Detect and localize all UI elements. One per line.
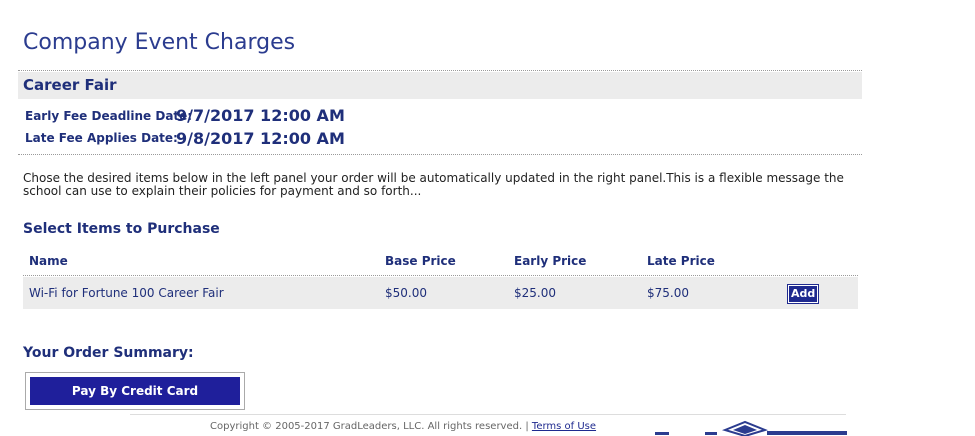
add-item-button[interactable]: Add bbox=[786, 284, 820, 304]
items-section-heading: Select Items to Purchase bbox=[23, 221, 220, 237]
event-name: Career Fair bbox=[23, 76, 117, 94]
late-fee-value: 9/8/2017 12:00 AM bbox=[176, 129, 345, 148]
item-base-price: $50.00 bbox=[385, 286, 427, 300]
divider bbox=[23, 275, 858, 276]
copyright-text: Copyright © 2005-2017 GradLeaders, LLC. … bbox=[210, 421, 523, 432]
pay-button-container: Pay By Credit Card bbox=[25, 372, 245, 410]
early-fee-label: Early Fee Deadline Date: bbox=[25, 109, 193, 123]
column-header-base-price: Base Price bbox=[385, 254, 456, 268]
column-header-late-price: Late Price bbox=[647, 254, 715, 268]
table-row: Wi-Fi for Fortune 100 Career Fair $50.00… bbox=[23, 277, 858, 309]
page-title: Company Event Charges bbox=[23, 30, 296, 55]
early-fee-value: 9/7/2017 12:00 AM bbox=[176, 106, 345, 125]
footer-separator: | bbox=[525, 421, 529, 432]
item-name: Wi-Fi for Fortune 100 Career Fair bbox=[29, 286, 224, 300]
divider bbox=[18, 70, 862, 71]
footer: Copyright © 2005-2017 GradLeaders, LLC. … bbox=[210, 421, 596, 432]
divider bbox=[18, 154, 862, 155]
order-summary-heading: Your Order Summary: bbox=[23, 345, 194, 361]
item-early-price: $25.00 bbox=[514, 286, 556, 300]
pay-by-credit-card-button[interactable]: Pay By Credit Card bbox=[30, 377, 240, 405]
column-header-early-price: Early Price bbox=[514, 254, 587, 268]
column-header-name: Name bbox=[29, 254, 68, 268]
late-fee-label: Late Fee Applies Date: bbox=[25, 131, 178, 145]
event-header: Career Fair bbox=[18, 72, 862, 99]
item-late-price: $75.00 bbox=[647, 286, 689, 300]
instructions-message: Chose the desired items below in the lef… bbox=[23, 171, 844, 198]
footer-divider bbox=[130, 414, 846, 415]
gradleaders-logo-icon bbox=[655, 420, 855, 436]
terms-of-use-link[interactable]: Terms of Use bbox=[532, 421, 596, 432]
